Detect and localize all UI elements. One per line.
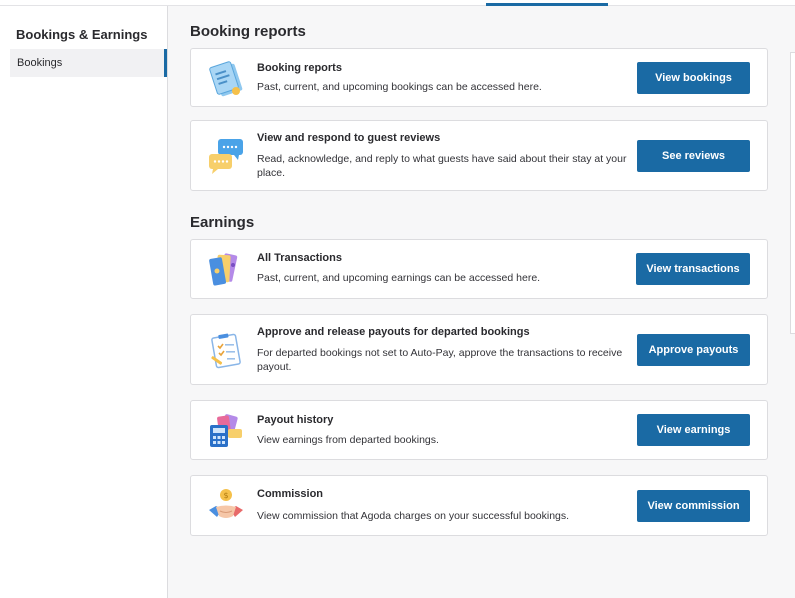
sidebar-item-bookings[interactable]: Bookings	[10, 49, 167, 77]
card-approve-payouts: Approve and release payouts for departed…	[190, 314, 768, 385]
see-reviews-button[interactable]: See reviews	[637, 140, 750, 172]
card-title: Approve and release payouts for departed…	[257, 326, 530, 338]
card-title: All Transactions	[257, 252, 342, 264]
chat-bubbles-icon	[206, 136, 246, 176]
section-title-earnings: Earnings	[190, 214, 255, 231]
view-earnings-button[interactable]: View earnings	[637, 414, 750, 446]
card-description: Read, acknowledge, and reply to what gue…	[257, 153, 627, 179]
sidebar-title: Bookings & Earnings	[16, 27, 148, 42]
card-description: Past, current, and upcoming earnings can…	[257, 272, 541, 284]
card-title: Booking reports	[257, 62, 342, 74]
card-title: Payout history	[257, 414, 334, 426]
card-description: View earnings from departed bookings.	[257, 434, 439, 446]
section-title-booking-reports: Booking reports	[190, 23, 306, 40]
card-description: Past, current, and upcoming bookings can…	[257, 81, 542, 93]
card-payout-history: Payout history View earnings from depart…	[190, 400, 768, 460]
card-booking-reports: Booking reports Past, current, and upcom…	[190, 48, 768, 107]
view-bookings-button[interactable]: View bookings	[637, 62, 750, 94]
tickets-icon	[206, 249, 246, 289]
card-guest-reviews: View and respond to guest reviews Read, …	[190, 120, 768, 191]
sidebar: Bookings & Earnings Bookings	[0, 6, 168, 598]
card-all-transactions: All Transactions Past, current, and upco…	[190, 239, 768, 299]
card-description: For departed bookings not set to Auto-Pa…	[257, 347, 623, 373]
main-content: Booking reports Booking reports Past, cu…	[168, 6, 795, 598]
view-transactions-button[interactable]: View transactions	[636, 253, 750, 285]
card-title: Commission	[257, 488, 324, 500]
svg-text:$: $	[223, 491, 228, 500]
card-title: View and respond to guest reviews	[257, 132, 441, 144]
card-commission: $ Commission View commission that Agoda …	[190, 475, 768, 536]
calculator-cards-icon	[206, 411, 246, 451]
card-description: View commission that Agoda charges on yo…	[257, 510, 570, 522]
handshake-coin-icon: $	[206, 486, 246, 526]
view-commission-button[interactable]: View commission	[637, 490, 750, 522]
approve-payouts-button[interactable]: Approve payouts	[637, 334, 750, 366]
document-report-icon	[206, 58, 246, 98]
right-side-panel	[790, 52, 795, 334]
clipboard-checklist-icon	[206, 330, 246, 370]
